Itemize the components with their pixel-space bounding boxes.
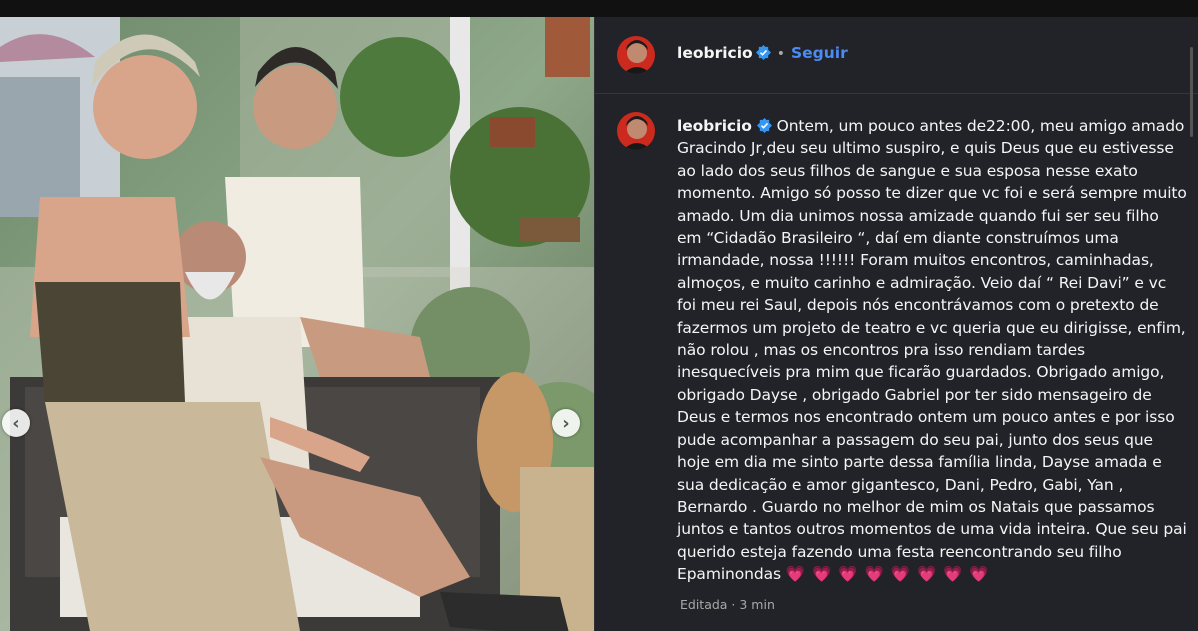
chevron-left-icon: ‹ [12,412,20,434]
chevron-right-icon: › [562,412,570,434]
follow-button[interactable]: Seguir [791,44,848,62]
header-line: leobricio • Seguir [677,43,848,62]
verified-badge-icon [756,117,772,133]
heart-emojis: 💗 💗 💗 💗 💗 💗 💗 💗 [785,565,990,584]
post-photo[interactable]: ‹ › [0,17,594,631]
top-bar [0,0,1198,17]
next-photo-button[interactable]: › [552,409,580,437]
post-side-panel: leobricio • Seguir leobricio Ontem, um pou… [594,17,1198,631]
separator-dot: • [776,46,785,62]
photo-illustration [0,17,594,631]
post-meta: Editada · 3 min [680,597,775,612]
post-caption: leobricio Ontem, um pouco antes de22:00,… [677,115,1187,586]
scrollbar[interactable] [1190,47,1193,137]
verified-badge-icon [755,45,771,60]
caption-avatar[interactable] [617,112,655,150]
post-header: leobricio • Seguir [595,17,1198,137]
avatar-image [617,36,655,74]
username-link[interactable]: leobricio [677,44,753,62]
avatar-image [617,112,655,150]
caption-text: Ontem, um pouco antes de22:00, meu amigo… [677,117,1187,584]
caption-username-link[interactable]: leobricio [677,117,752,135]
previous-photo-button[interactable]: ‹ [2,409,30,437]
avatar[interactable] [617,36,655,74]
